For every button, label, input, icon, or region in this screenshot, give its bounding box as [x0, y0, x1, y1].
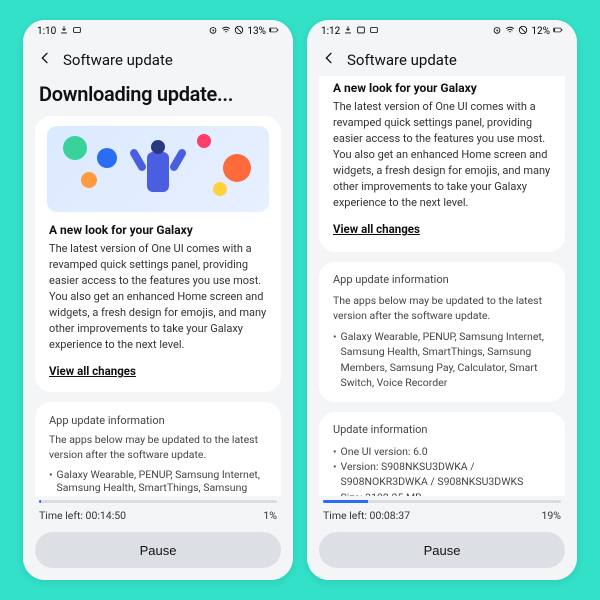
app-update-desc: The apps below may be updated to the lat… — [333, 294, 551, 323]
feature-card: A new look for your Galaxy The latest ve… — [319, 76, 565, 252]
update-info-card: Update information One UI version: 6.0 V… — [319, 412, 565, 496]
app-update-desc: The apps below may be updated to the lat… — [49, 433, 267, 462]
back-button[interactable] — [321, 50, 337, 70]
illustration — [47, 126, 269, 212]
feature-card: A new look for your Galaxy The latest ve… — [35, 116, 281, 392]
battery-text: 13% — [247, 26, 266, 37]
headline: Downloading update... — [35, 76, 281, 116]
app-update-title: App update information — [333, 272, 551, 288]
page-title: Software update — [63, 51, 173, 69]
footer: Time left: 00:08:37 19% Pause — [307, 496, 577, 580]
progress-bar — [39, 500, 277, 503]
phone-right: 1:12 12% Software update A new look for … — [307, 20, 577, 580]
back-button[interactable] — [37, 50, 53, 70]
alarm-icon — [208, 25, 218, 38]
app-bar: Software update — [307, 42, 577, 76]
wifi-icon — [505, 25, 515, 38]
percent: 19% — [542, 509, 562, 522]
card-icon — [369, 25, 379, 38]
time-left: Time left: 00:14:50 — [39, 509, 126, 522]
card-icon — [72, 25, 82, 38]
status-bar: 1:10 13% — [23, 20, 293, 42]
app-bar: Software update — [23, 42, 293, 76]
percent: 1% — [263, 509, 277, 522]
feature-title: A new look for your Galaxy — [333, 80, 551, 97]
app-update-card: App update information The apps below ma… — [319, 262, 565, 402]
time-left: Time left: 00:08:37 — [323, 509, 410, 522]
status-bar: 1:12 12% — [307, 20, 577, 42]
page-title: Software update — [347, 51, 457, 69]
status-time: 1:10 — [37, 26, 56, 37]
battery-text: 12% — [531, 26, 550, 37]
wifi-icon — [221, 25, 231, 38]
alarm-icon — [492, 25, 502, 38]
battery-icon — [553, 25, 563, 38]
feature-body: The latest version of One UI comes with … — [333, 99, 551, 211]
app-update-title: App update information — [49, 414, 267, 427]
no-signal-icon — [518, 25, 528, 38]
no-signal-icon — [234, 25, 244, 38]
pause-button[interactable]: Pause — [319, 532, 565, 568]
feature-body: The latest version of One UI comes with … — [49, 241, 267, 353]
progress-bar — [323, 500, 561, 503]
update-info-title: Update information — [333, 422, 551, 438]
image-icon — [356, 25, 366, 38]
download-icon — [343, 25, 353, 38]
status-time: 1:12 — [321, 26, 340, 37]
battery-icon — [269, 25, 279, 38]
content-scroll[interactable]: A new look for your Galaxy The latest ve… — [307, 76, 577, 496]
app-list: Galaxy Wearable, PENUP, Samsung Internet… — [333, 329, 551, 390]
feature-title: A new look for your Galaxy — [49, 222, 267, 239]
download-icon — [59, 25, 69, 38]
footer: Time left: 00:14:50 1% Pause — [23, 496, 293, 580]
view-all-changes-link[interactable]: View all changes — [49, 363, 136, 380]
pause-button[interactable]: Pause — [35, 532, 281, 568]
update-info-list: One UI version: 6.0 Version: S908NKSU3DW… — [333, 444, 551, 496]
app-update-card: App update information The apps below ma… — [35, 402, 281, 496]
app-list: Galaxy Wearable, PENUP, Samsung Internet… — [49, 468, 267, 496]
content-scroll[interactable]: Downloading update... A new look for you… — [23, 76, 293, 496]
phone-left: 1:10 13% Software update Downloading upd… — [23, 20, 293, 580]
view-all-changes-link[interactable]: View all changes — [333, 221, 420, 238]
